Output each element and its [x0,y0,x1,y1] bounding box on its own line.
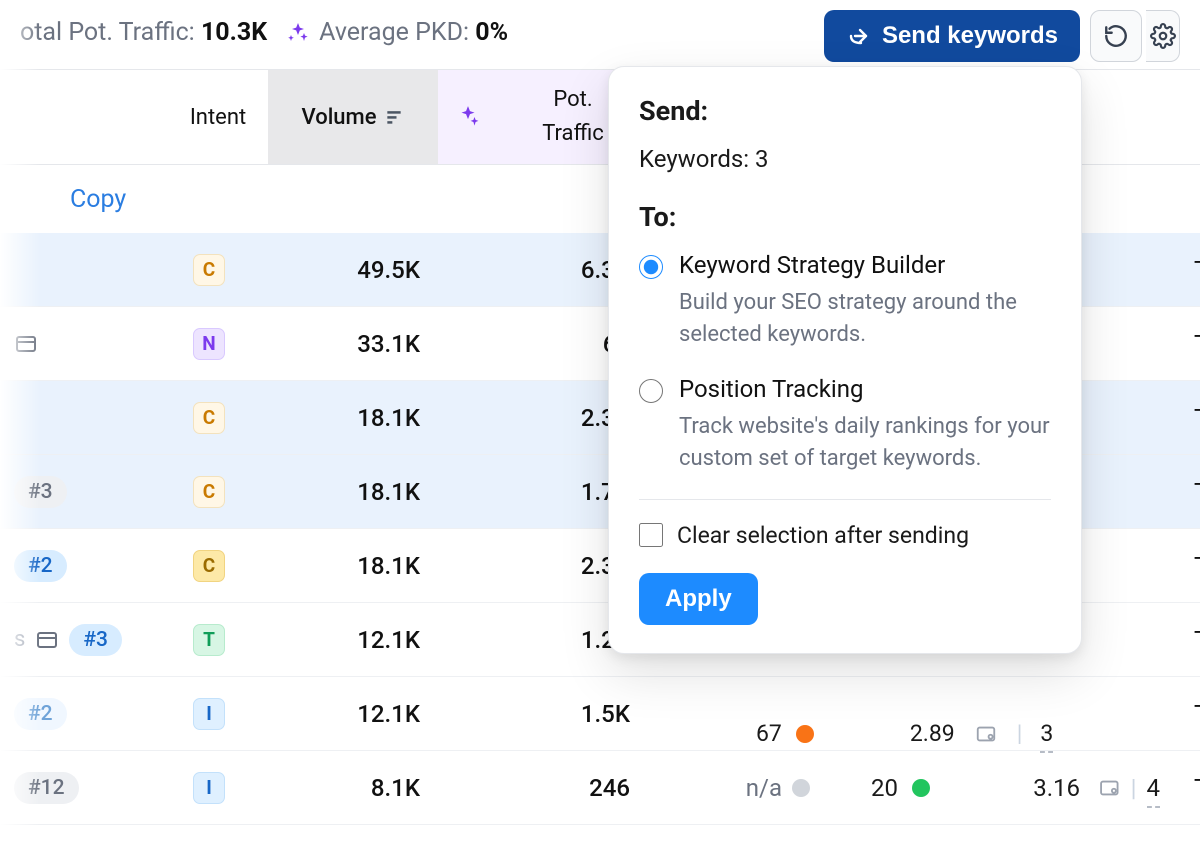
right-text: This [1178,529,1200,602]
serp-preview-icon[interactable] [973,723,999,745]
top-actions: Send keywords [824,10,1180,62]
send-heading: Send: [639,95,1051,127]
settings-button[interactable] [1146,10,1180,62]
serp-features-count[interactable]: 3 [1040,720,1053,747]
intent-badge: N [193,328,225,360]
keywords-count-line: Keywords: 3 [639,145,1051,173]
sparkle-icon [455,104,481,130]
sort-desc-icon [384,107,404,127]
volume-cell: 18.1K [268,529,438,602]
clear-selection-label: Clear selection after sending [677,522,969,549]
intent-badge: C [193,476,225,508]
send-keywords-panel: Send: Keywords: 3 To: Keyword Strategy B… [608,66,1082,654]
status-dot [792,779,810,797]
option-title: Keyword Strategy Builder [679,251,1051,279]
refresh-button[interactable] [1090,10,1142,62]
panel-divider [639,499,1051,500]
intent-badge: I [193,698,225,730]
cpc-cell: 3.16 [948,751,1098,824]
status-dot [796,725,814,743]
rank-chip: #3 [69,624,122,656]
rank-chip: #3 [14,476,67,508]
intent-cell: C [168,455,268,528]
volume-cell: 12.1K [268,603,438,676]
option-position-tracking[interactable]: Position Tracking Track website's daily … [639,375,1051,475]
clear-selection-input[interactable] [639,523,663,547]
option-desc: Track website's daily rankings for your … [679,411,1051,475]
row-left: #2 [0,677,168,750]
avg-pkd-label: Average PKD: 0% [319,18,508,47]
clear-selection-checkbox[interactable]: Clear selection after sending [639,522,1051,549]
serp-icon [35,628,59,652]
avg-pkd-value: 0% [475,18,508,47]
send-keywords-button[interactable]: Send keywords [824,10,1080,62]
rank-chip: #2 [14,698,67,730]
rank-chip: #2 [14,550,67,582]
intent-badge: C [193,254,225,286]
to-heading: To: [639,201,1051,233]
table-row[interactable]: #12 I 8.1K 246 n/a203.16|4This [0,751,1200,825]
intent-cell: I [168,677,268,750]
intent-cell: C [168,529,268,602]
sparkle-icon [285,20,311,46]
right-text: This [1178,381,1200,454]
right-text: This [1178,307,1200,380]
col-ai-1[interactable] [438,70,498,164]
intent-cell: T [168,603,268,676]
row-left: #3 [0,455,168,528]
right-text: This [1178,751,1200,824]
pot-traffic-cell: 246 [498,751,648,824]
right-text: This [1178,677,1200,750]
intent-cell: C [168,233,268,306]
row-extra-peek: 67 2.89 | 3 [756,720,1053,747]
pot-traffic-cell: 1.5K [498,677,648,750]
serp-features-cell: |4 [1098,751,1178,824]
refresh-icon [1103,23,1129,49]
total-pot-traffic-label: otal Pot. Traffic: 10.3K [20,18,267,47]
right-text: This [1178,455,1200,528]
radio-pt[interactable] [639,379,663,403]
intent-badge: C [193,550,225,582]
right-text: This [1178,233,1200,306]
volume-cell: 8.1K [268,751,438,824]
volume-cell: 33.1K [268,307,438,380]
option-title: Position Tracking [679,375,1051,403]
status-dot [912,779,930,797]
volume-cell: 49.5K [268,233,438,306]
copy-button[interactable]: Copy [0,185,126,214]
row-left: #2 [0,529,168,602]
serp-icon [14,332,38,356]
intent-badge: C [193,402,225,434]
volume-cell: 12.1K [268,677,438,750]
intent-badge: I [193,772,225,804]
intent-badge: T [193,624,225,656]
intent-cell: I [168,751,268,824]
apply-button[interactable]: Apply [639,573,758,625]
row-left: s#3 [0,603,168,676]
rank-chip: #12 [14,772,79,804]
volume-cell: 18.1K [268,455,438,528]
serp-preview-icon[interactable] [1098,777,1121,799]
col-volume[interactable]: Volume [268,70,438,164]
gear-icon [1150,23,1176,49]
option-keyword-strategy-builder[interactable]: Keyword Strategy Builder Build your SEO … [639,251,1051,351]
competition-cell: 20 [828,751,948,824]
summary-bar: otal Pot. Traffic: 10.3K Average PKD: 0%… [0,0,1200,69]
option-desc: Build your SEO strategy around the selec… [679,287,1051,351]
radio-ksb[interactable] [639,255,663,279]
intent-cell: N [168,307,268,380]
right-text: This [1178,603,1200,676]
row-left [0,233,168,306]
row-left [0,381,168,454]
serp-features-count[interactable]: 4 [1147,774,1161,802]
row-left: #12 [0,751,168,824]
row-left [0,307,168,380]
volume-cell: 18.1K [268,381,438,454]
intent-cell: C [168,381,268,454]
arrow-share-icon [846,24,870,48]
col-intent[interactable]: Intent [168,70,268,164]
kd-cell: n/a [708,751,828,824]
total-pot-traffic-value: 10.3K [201,18,267,47]
